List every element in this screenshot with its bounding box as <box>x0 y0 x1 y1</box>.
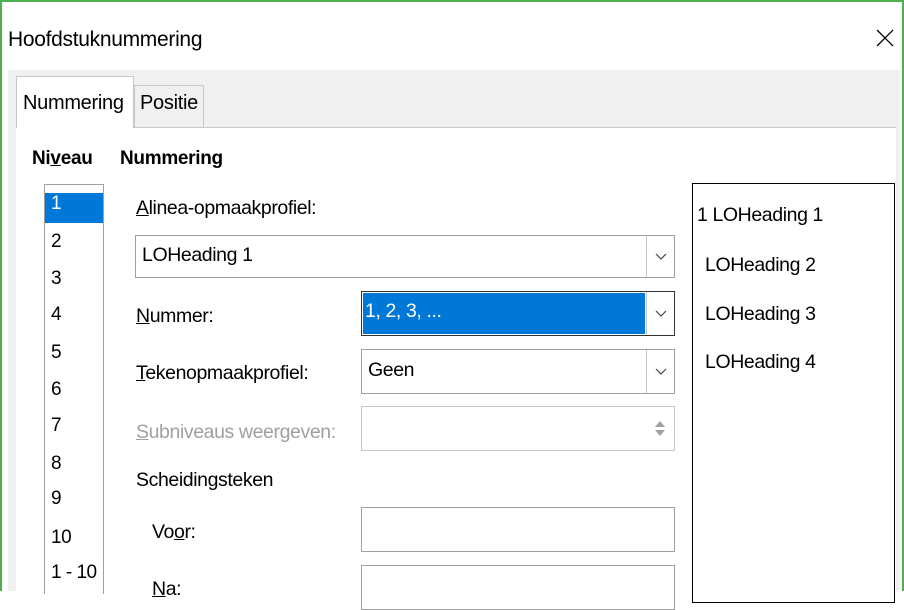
window-frame-top <box>0 0 904 2</box>
spin-up-icon[interactable] <box>655 421 665 427</box>
level-item-1-10[interactable]: 1 - 10 <box>45 562 103 584</box>
close-icon <box>876 29 894 47</box>
preview-line-3: LOHeading 3 <box>705 303 816 325</box>
char-style-dropdown[interactable]: Geen <box>361 349 675 394</box>
level-item-3[interactable]: 3 <box>45 268 103 290</box>
number-label: Nummer: <box>136 305 214 328</box>
char-style-label-text: ekenopmaakprofiel: <box>145 362 309 384</box>
separator-heading: Scheidingsteken <box>136 469 274 491</box>
level-item-4[interactable]: 4 <box>45 304 103 326</box>
number-format-value: 1, 2, 3, ... <box>365 300 442 322</box>
char-style-label-mnemonic: T <box>136 362 146 384</box>
before-label: Voor: <box>152 521 196 544</box>
number-format-dropdown[interactable]: 1, 2, 3, ... <box>361 291 675 336</box>
char-style-label: Tekenopmaakprofiel: <box>136 362 309 385</box>
level-item-5[interactable]: 5 <box>45 342 103 364</box>
spin-buttons[interactable] <box>646 407 674 450</box>
tab-nummering[interactable]: Nummering <box>16 76 134 128</box>
level-heading-part: Ni <box>32 148 51 169</box>
close-button[interactable] <box>868 18 902 58</box>
before-input[interactable] <box>361 507 675 552</box>
before-label-mnemonic: o <box>173 521 185 543</box>
char-style-value: Geen <box>368 359 415 381</box>
before-label-text: r: <box>184 521 196 543</box>
after-input[interactable] <box>361 565 675 610</box>
preview-line-4: LOHeading 4 <box>705 351 816 373</box>
level-heading-mnemonic: v <box>50 148 61 169</box>
paragraph-style-label-text: linea-opmaakprofiel: <box>148 197 317 219</box>
paragraph-style-label-mnemonic: A <box>136 197 149 219</box>
level-item-6[interactable]: 6 <box>45 379 103 401</box>
level-item-8[interactable]: 8 <box>45 453 103 475</box>
sublevels-label-text: ubniveaus weergeven: <box>148 421 337 443</box>
numbering-heading: Nummering <box>120 148 223 169</box>
sublevels-label-mnemonic: S <box>136 421 149 443</box>
tab-positie[interactable]: Positie <box>134 85 204 127</box>
level-item-9[interactable]: 9 <box>45 488 103 510</box>
chevron-down-icon <box>655 368 666 375</box>
preview-line-1: 1 LOHeading 1 <box>697 204 823 226</box>
paragraph-style-label: Alinea-opmaakprofiel: <box>136 197 317 220</box>
level-item-1[interactable]: 1 <box>45 193 103 223</box>
level-item-7[interactable]: 7 <box>45 415 103 437</box>
dropdown-button[interactable] <box>646 350 674 393</box>
level-item-2[interactable]: 2 <box>45 231 103 253</box>
number-label-mnemonic: N <box>136 305 150 327</box>
paragraph-style-value: LOHeading 1 <box>142 244 253 266</box>
level-heading: Niveau <box>32 148 93 170</box>
after-label: Na: <box>152 578 182 601</box>
level-list[interactable]: 1 2 3 4 5 6 7 8 9 10 1 - 10 <box>44 184 104 594</box>
sublevels-spinbox[interactable] <box>361 406 675 451</box>
dropdown-button[interactable] <box>646 236 674 277</box>
level-heading-part: eau <box>60 148 93 169</box>
window-frame-left <box>0 0 2 591</box>
dropdown-button[interactable] <box>646 292 674 335</box>
number-label-text: ummer: <box>149 305 214 327</box>
numbering-preview: 1 LOHeading 1 LOHeading 2 LOHeading 3 LO… <box>692 183 895 603</box>
preview-line-2: LOHeading 2 <box>705 254 816 276</box>
window-title: Hoofdstuknummering <box>8 28 203 51</box>
chevron-down-icon <box>655 310 666 317</box>
before-label-text: Vo <box>152 521 174 543</box>
spin-down-icon[interactable] <box>655 430 665 436</box>
chevron-down-icon <box>655 253 666 260</box>
sublevels-label: Subniveaus weergeven: <box>136 421 336 444</box>
paragraph-style-dropdown[interactable]: LOHeading 1 <box>135 235 675 278</box>
after-label-mnemonic: N <box>152 578 166 600</box>
level-item-10[interactable]: 10 <box>45 527 103 549</box>
after-label-text: a: <box>165 578 182 600</box>
